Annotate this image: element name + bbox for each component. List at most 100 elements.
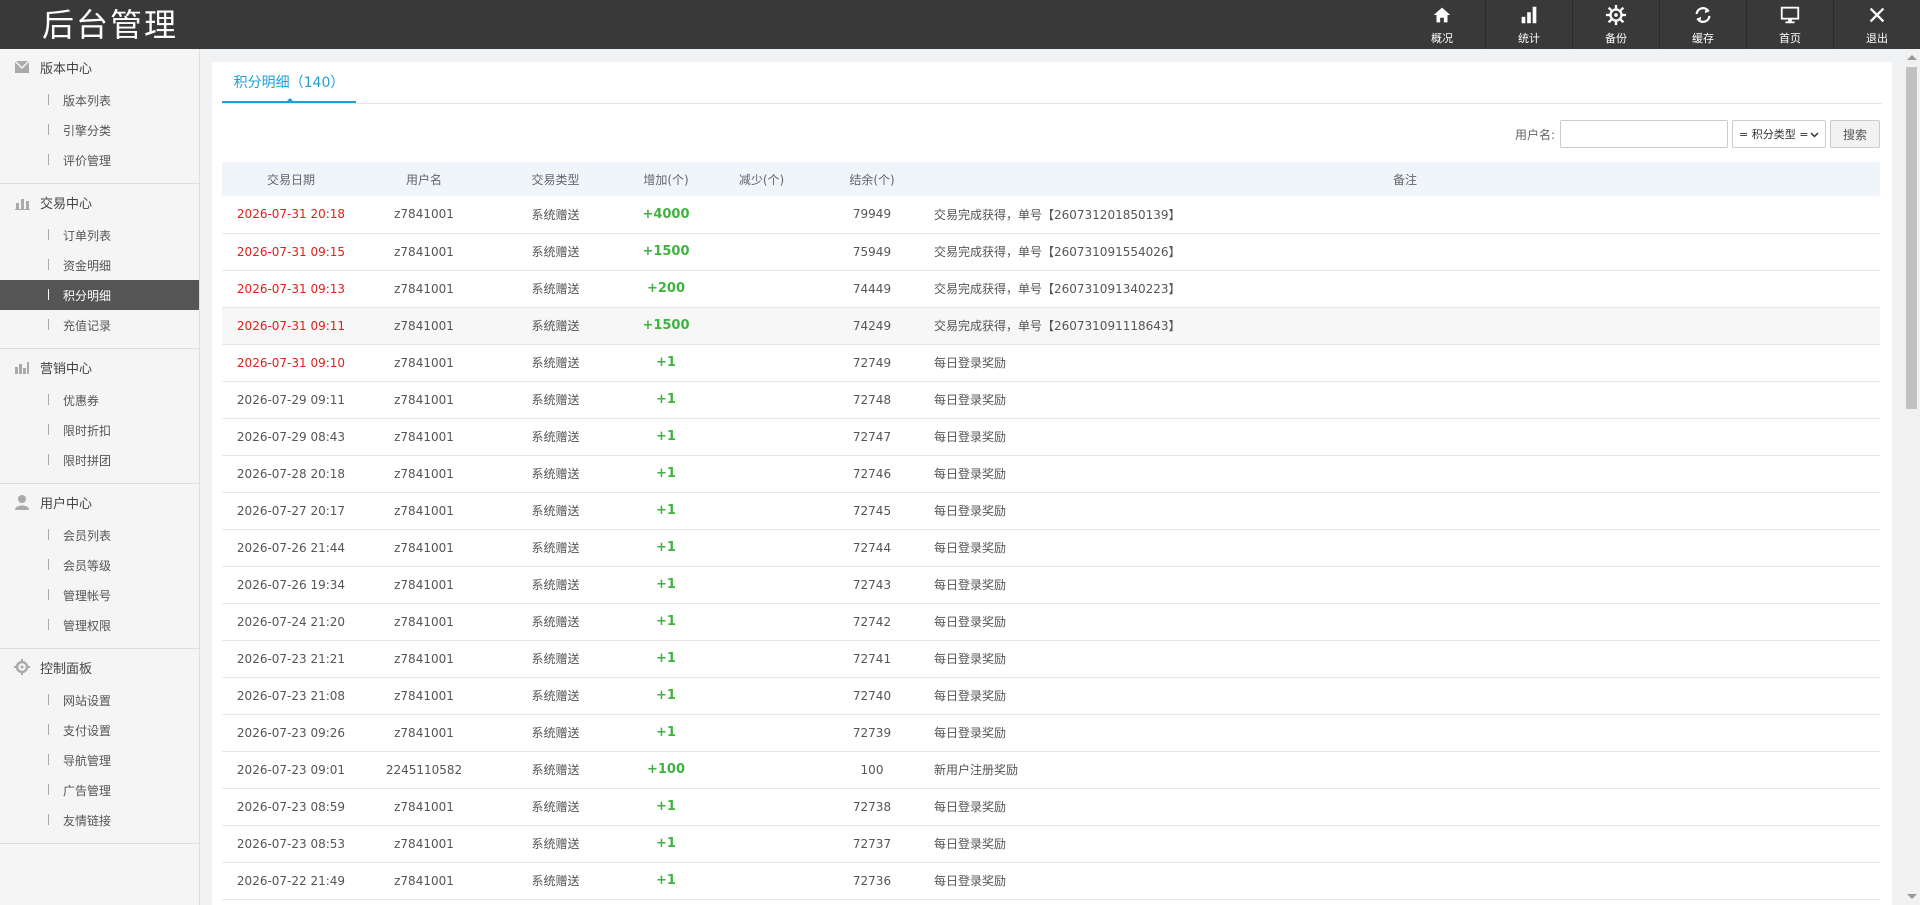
- points-type-select-value: = 积分类型 =: [1739, 128, 1809, 141]
- sidebar-item[interactable]: 评价管理: [0, 145, 199, 175]
- sidebar-group-title[interactable]: 用户中心: [0, 484, 199, 520]
- username-cell: z7841001: [394, 873, 454, 888]
- add-cell: +1: [656, 799, 676, 814]
- sidebar-item[interactable]: 积分明细: [0, 280, 199, 310]
- topnav-item-refresh[interactable]: 缓存: [1659, 0, 1746, 49]
- sidebar-group-title[interactable]: 营销中心: [0, 349, 199, 385]
- type-cell: 系统赠送: [531, 541, 580, 555]
- type-cell: 系统赠送: [531, 652, 580, 666]
- sidebar-item[interactable]: 限时拼团: [0, 445, 199, 475]
- date-cell: 2026-07-23 21:08: [236, 688, 346, 703]
- sidebar-item[interactable]: 网站设置: [0, 685, 199, 715]
- topnav-item-monitor[interactable]: 首页: [1746, 0, 1833, 49]
- scroll-up-arrow-icon[interactable]: [1907, 55, 1917, 60]
- sidebar-item[interactable]: 导航管理: [0, 745, 199, 775]
- table-row: 2026-07-24 21:20 z7841001 系统赠送 +1 72742 每日登录奖…: [222, 603, 1880, 640]
- sidebar-group-title[interactable]: 控制面板: [0, 649, 199, 685]
- date-cell: 2026-07-24 21:20: [236, 614, 346, 629]
- sidebar-item[interactable]: 管理帐号: [0, 580, 199, 610]
- user-icon: [14, 494, 30, 510]
- balance-cell: 72749: [852, 355, 892, 370]
- sidebar-item[interactable]: 友情链接: [0, 805, 199, 835]
- sidebar-item[interactable]: 会员列表: [0, 520, 199, 550]
- sidebar-group-title[interactable]: 交易中心: [0, 184, 199, 220]
- sub-cell: [709, 677, 814, 714]
- sidebar-item[interactable]: 管理权限: [0, 610, 199, 640]
- settings-icon: [14, 659, 30, 675]
- username-label: 用户名:: [1514, 127, 1555, 142]
- balance-cell: 72743: [852, 577, 892, 592]
- table-row: 2026-07-31 09:11 z7841001 系统赠送 +1500 74249 交易…: [222, 307, 1880, 344]
- bar-chart-icon: [14, 194, 30, 210]
- note-cell: 每日登录奖励: [934, 467, 1007, 481]
- add-cell: +1: [656, 355, 676, 370]
- sidebar-item[interactable]: 版本列表: [0, 85, 199, 115]
- sidebar-item[interactable]: 会员等级: [0, 550, 199, 580]
- search-button[interactable]: 搜索: [1830, 120, 1880, 148]
- sidebar-group: 交易中心 订单列表 资金明细 积分明细充值记录: [0, 184, 199, 349]
- tab-points-detail[interactable]: 积分明细（140）: [222, 62, 356, 103]
- sub-cell: [709, 233, 814, 270]
- topnav-label: 概况: [1431, 31, 1453, 45]
- date-cell: 2026-07-23 21:21: [236, 651, 346, 666]
- sidebar-item[interactable]: 资金明细: [0, 250, 199, 280]
- add-cell: +4000: [642, 206, 690, 222]
- type-cell: 系统赠送: [531, 615, 580, 629]
- username-cell: z7841001: [394, 466, 454, 481]
- add-cell: +1: [656, 466, 676, 481]
- chevron-down-icon: [1810, 128, 1819, 141]
- topnav-item-close[interactable]: 退出: [1833, 0, 1920, 49]
- sidebar-item[interactable]: 广告管理: [0, 775, 199, 805]
- topnav-item-home[interactable]: 概况: [1399, 0, 1485, 49]
- topnav-label: 首页: [1779, 31, 1801, 45]
- type-cell: 系统赠送: [531, 578, 580, 592]
- table-row: 2026-07-22 21:49 z7841001 系统赠送 +1 72736 每日登录奖…: [222, 862, 1880, 899]
- sidebar-item[interactable]: 优惠券: [0, 385, 199, 415]
- sidebar-item[interactable]: 订单列表: [0, 220, 199, 250]
- table-row: 2026-07-31 09:15 z7841001 系统赠送 +1500 75949 交易…: [222, 233, 1880, 270]
- add-cell: +1500: [642, 318, 690, 333]
- sidebar-item-label: 会员等级: [63, 558, 112, 573]
- scrollbar-thumb[interactable]: [1906, 67, 1917, 409]
- date-cell: 2026-07-23 08:59: [236, 799, 346, 814]
- type-cell: 系统赠送: [531, 763, 580, 777]
- refresh-icon: [1692, 4, 1714, 29]
- sidebar-group-title[interactable]: 版本中心: [0, 49, 199, 85]
- date-cell: 2026-07-31 20:18: [236, 207, 346, 222]
- type-cell: 系统赠送: [531, 504, 580, 518]
- table-row: 2026-07-29 09:11 z7841001 系统赠送 +1 72748 每日登录奖…: [222, 381, 1880, 418]
- balance-cell: 72746: [852, 466, 892, 481]
- points-type-select[interactable]: = 积分类型 =: [1732, 120, 1826, 148]
- sidebar-group: 营销中心 优惠券 限时折扣 限时拼团: [0, 349, 199, 484]
- sidebar-item[interactable]: 限时折扣: [0, 415, 199, 445]
- topnav-item-gear[interactable]: 备份: [1572, 0, 1659, 49]
- username-input[interactable]: [1560, 120, 1728, 148]
- username-cell: z7841001: [394, 429, 454, 444]
- sidebar-item[interactable]: 支付设置: [0, 715, 199, 745]
- sidebar-item-label: 充值记录: [63, 318, 112, 333]
- scroll-down-arrow-icon[interactable]: [1907, 894, 1917, 899]
- type-cell: 系统赠送: [531, 837, 580, 851]
- date-cell: 2026-07-23 09:26: [236, 725, 346, 740]
- add-cell: +1: [656, 503, 676, 518]
- username-cell: z7841001: [394, 688, 454, 703]
- note-cell: 每日登录奖励: [934, 652, 1007, 666]
- table-row: 2026-07-23 21:08 z7841001 系统赠送 +1 72740 每日登录奖…: [222, 677, 1880, 714]
- type-cell: 系统赠送: [531, 800, 580, 814]
- sidebar-group: 版本中心 版本列表 引擎分类 评价管理: [0, 49, 199, 184]
- sub-cell: [709, 566, 814, 603]
- topnav-item-stats[interactable]: 统计: [1485, 0, 1572, 49]
- sidebar-item-label: 管理帐号: [63, 588, 112, 603]
- sub-cell: [709, 344, 814, 381]
- search-bar: 用户名: = 积分类型 = 搜索: [1515, 119, 1880, 149]
- balance-cell: 72744: [852, 540, 892, 555]
- sidebar-item[interactable]: 充值记录: [0, 310, 199, 340]
- balance-cell: 72741: [852, 651, 892, 666]
- table-row: 2026-07-23 08:59 z7841001 系统赠送 +1 72738 每日登录奖…: [222, 788, 1880, 825]
- add-cell: +100: [646, 762, 686, 777]
- sidebar-item[interactable]: 引擎分类: [0, 115, 199, 145]
- type-cell: 系统赠送: [531, 356, 580, 370]
- page-scrollbar[interactable]: [1903, 49, 1920, 905]
- username-cell: z7841001: [394, 725, 454, 740]
- add-cell: +1: [656, 688, 676, 703]
